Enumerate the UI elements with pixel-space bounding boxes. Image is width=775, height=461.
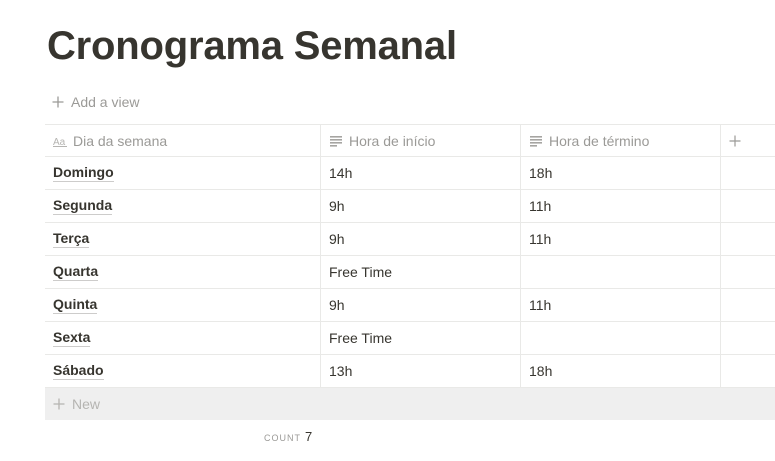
cell-empty (720, 256, 775, 288)
column-header-day[interactable]: Aa Dia da semana (45, 125, 320, 156)
day-link[interactable]: Quarta (53, 263, 99, 281)
day-link[interactable]: Quinta (53, 296, 98, 314)
day-link[interactable]: Terça (53, 230, 90, 248)
new-row-button[interactable]: New (45, 388, 775, 420)
table-row[interactable]: Terça 9h 11h (45, 223, 775, 256)
cell-start[interactable]: 9h (320, 190, 520, 222)
cell-empty (720, 322, 775, 354)
cell-start[interactable]: Free Time (320, 256, 520, 288)
count-value: 7 (305, 429, 313, 444)
cell-start[interactable]: 9h (320, 289, 520, 321)
cell-day[interactable]: Segunda (45, 190, 320, 222)
table-row[interactable]: Quarta Free Time (45, 256, 775, 289)
column-header-label: Dia da semana (73, 132, 168, 149)
page-title[interactable]: Cronograma Semanal (47, 20, 457, 72)
cell-end[interactable]: 18h (520, 355, 720, 387)
table-row[interactable]: Domingo 14h 18h (45, 157, 775, 190)
text-lines-icon (330, 135, 342, 147)
cell-end[interactable]: 18h (520, 157, 720, 189)
cell-day[interactable]: Sábado (45, 355, 320, 387)
cell-start[interactable]: 9h (320, 223, 520, 255)
cell-day[interactable]: Quinta (45, 289, 320, 321)
table-row[interactable]: Sexta Free Time (45, 322, 775, 355)
count-aggregation[interactable]: COUNT 7 (264, 429, 312, 444)
day-link[interactable]: Sexta (53, 329, 91, 347)
column-header-label: Hora de término (549, 132, 650, 149)
column-header-start[interactable]: Hora de início (320, 125, 520, 156)
add-column-button[interactable] (721, 125, 755, 156)
text-lines-icon (530, 135, 542, 147)
column-header-end[interactable]: Hora de término (520, 125, 720, 156)
count-label: COUNT (264, 433, 301, 443)
table-row[interactable]: Segunda 9h 11h (45, 190, 775, 223)
day-link[interactable]: Segunda (53, 197, 113, 215)
cell-end[interactable]: 11h (520, 190, 720, 222)
cell-empty (720, 355, 775, 387)
add-column-cell (720, 125, 775, 156)
cell-empty (720, 223, 775, 255)
cell-end[interactable]: 11h (520, 289, 720, 321)
cell-start[interactable]: Free Time (320, 322, 520, 354)
cell-start[interactable]: 14h (320, 157, 520, 189)
cell-end[interactable] (520, 322, 720, 354)
column-header-label: Hora de início (349, 132, 436, 149)
add-view-label: Add a view (71, 94, 140, 110)
day-link[interactable]: Sábado (53, 362, 104, 380)
plus-icon (52, 96, 64, 108)
cell-start[interactable]: 13h (320, 355, 520, 387)
table-row[interactable]: Quinta 9h 11h (45, 289, 775, 322)
svg-text:Aa: Aa (53, 137, 66, 147)
cell-empty (720, 289, 775, 321)
cell-day[interactable]: Sexta (45, 322, 320, 354)
cell-empty (720, 190, 775, 222)
new-row-label: New (72, 396, 101, 412)
plus-icon (729, 135, 741, 146)
cell-end[interactable]: 11h (520, 223, 720, 255)
cell-end[interactable] (520, 256, 720, 288)
add-view-button[interactable]: Add a view (52, 93, 139, 111)
cell-day[interactable]: Terça (45, 223, 320, 255)
plus-icon (53, 398, 65, 410)
day-link[interactable]: Domingo (53, 164, 114, 182)
text-aa-icon: Aa (53, 137, 67, 147)
table-row[interactable]: Sábado 13h 18h (45, 355, 775, 388)
table-header-row: Aa Dia da semana Hora de início Hora de … (45, 124, 775, 157)
cell-day[interactable]: Quarta (45, 256, 320, 288)
cell-empty (720, 157, 775, 189)
database-table: Aa Dia da semana Hora de início Hora de … (45, 124, 775, 420)
cell-day[interactable]: Domingo (45, 157, 320, 189)
